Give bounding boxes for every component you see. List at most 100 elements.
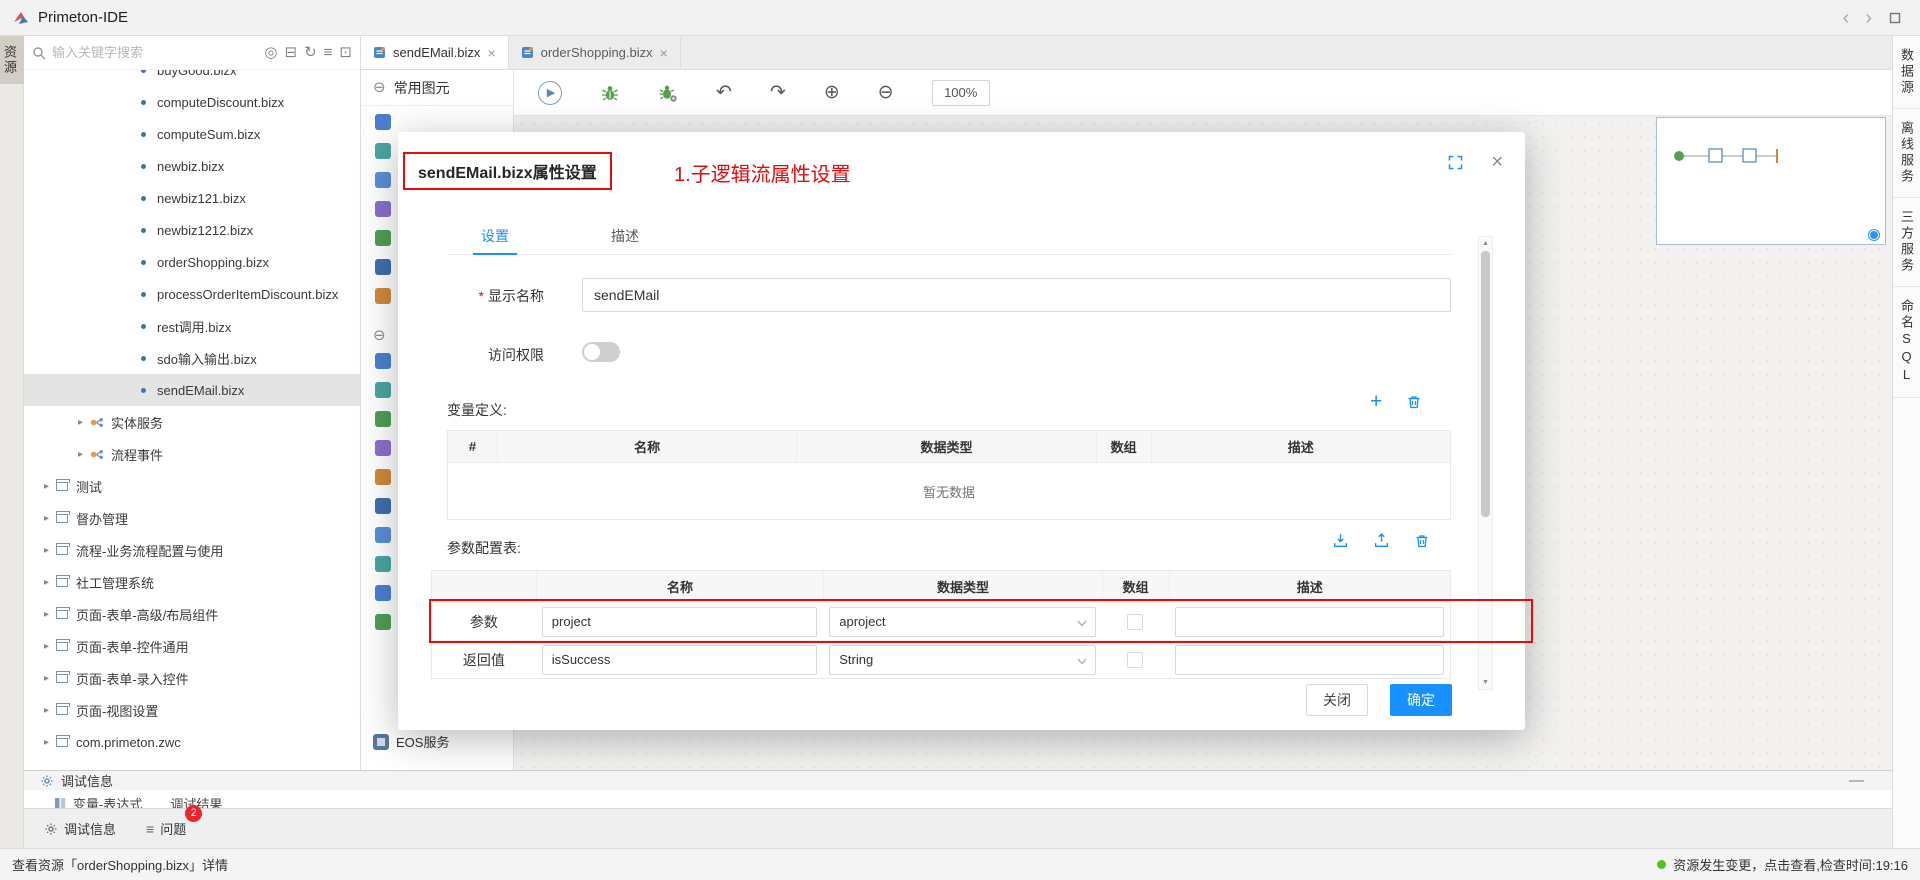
close-icon[interactable]: × xyxy=(1491,152,1503,172)
palette-item-icon[interactable] xyxy=(375,498,391,514)
import-icon[interactable] xyxy=(1332,532,1349,549)
param-name-input[interactable] xyxy=(542,645,817,675)
tree-item-folder[interactable]: ▸流程事件 xyxy=(24,438,360,470)
locate-icon[interactable]: ◎ xyxy=(264,45,277,60)
close-button[interactable]: 关闭 xyxy=(1306,684,1368,716)
bottom-tab-debug[interactable]: 调试信息 xyxy=(44,819,116,838)
run-icon[interactable]: ▶ xyxy=(538,81,562,105)
param-array-checkbox[interactable] xyxy=(1127,652,1143,668)
nav-forward-icon[interactable]: › xyxy=(1865,8,1872,28)
zoom-out-icon[interactable]: ⊖ xyxy=(878,83,894,102)
bottom-tab-problems[interactable]: ≡ 问题 2 xyxy=(146,819,186,838)
palette-item-icon[interactable] xyxy=(375,259,391,275)
zoom-level-select[interactable]: 100% xyxy=(932,80,990,106)
debug-bug-icon[interactable] xyxy=(600,83,620,103)
collapse-group-icon[interactable]: ⊖ xyxy=(373,80,386,95)
tree-item-file[interactable]: processOrderItemDiscount.bizx xyxy=(24,278,360,310)
param-name-input[interactable] xyxy=(542,607,817,637)
activity-tab-resources[interactable]: 资源 xyxy=(0,36,24,84)
palette-item-icon[interactable] xyxy=(375,201,391,217)
minimap-panel[interactable] xyxy=(1656,117,1886,245)
param-type-select[interactable]: String xyxy=(829,645,1095,675)
minimize-icon[interactable]: — xyxy=(1849,773,1864,788)
tree-item-file[interactable]: computeSum.bizx xyxy=(24,118,360,150)
palette-item-icon[interactable] xyxy=(375,585,391,601)
tab-settings[interactable]: 设置 xyxy=(467,220,523,254)
add-variable-icon[interactable]: + xyxy=(1370,394,1382,410)
undo-icon[interactable]: ↶ xyxy=(716,83,732,102)
tree-item-folder[interactable]: ▸社工管理系统 xyxy=(24,566,360,598)
palette-item-icon[interactable] xyxy=(375,614,391,630)
tree-item-folder[interactable]: ▸测试 xyxy=(24,470,360,502)
param-array-checkbox[interactable] xyxy=(1127,614,1143,630)
tree-item-file[interactable]: orderShopping.bizx xyxy=(24,246,360,278)
sort-icon[interactable]: ≡ xyxy=(324,45,333,60)
delete-variable-icon[interactable] xyxy=(1406,394,1422,410)
status-right[interactable]: 资源发生变更，点击查看,检查时间:19:16 xyxy=(1657,855,1908,874)
palette-item-icon[interactable] xyxy=(375,440,391,456)
tree-item-folder[interactable]: ▸页面-视图设置 xyxy=(24,694,360,726)
window-restore-icon[interactable] xyxy=(1888,11,1902,25)
scrollbar-thumb[interactable] xyxy=(1481,251,1490,517)
param-type-select[interactable]: aproject xyxy=(829,607,1095,637)
palette-item-eos-service[interactable]: EOS服务 xyxy=(373,732,449,751)
dock-tab-named-sql[interactable]: 命名SQL xyxy=(1893,287,1920,398)
tree-item-file[interactable]: rest调用.bizx xyxy=(24,310,360,342)
palette-item-icon[interactable] xyxy=(375,527,391,543)
dock-tab-datasource[interactable]: 数据源 xyxy=(1893,36,1920,109)
tree-item-folder[interactable]: ▸页面-表单-录入控件 xyxy=(24,662,360,694)
redo-icon[interactable]: ↷ xyxy=(770,83,786,102)
palette-item-icon[interactable] xyxy=(375,143,391,159)
tree-item-folder[interactable]: ▸页面-表单-控件通用 xyxy=(24,630,360,662)
tree-item-folder[interactable]: ▸流程-业务流程配置与使用 xyxy=(24,534,360,566)
fullscreen-icon[interactable] xyxy=(1448,155,1463,170)
palette-item-icon[interactable] xyxy=(375,172,391,188)
debug-config-icon[interactable] xyxy=(658,83,678,103)
dock-tab-thirdparty-service[interactable]: 三方服务 xyxy=(1893,198,1920,287)
minimap-handle[interactable] xyxy=(1869,230,1879,240)
tab-close-icon[interactable]: × xyxy=(487,45,495,61)
tree-item-file[interactable]: newbiz1212.bizx xyxy=(24,214,360,246)
debug-subtab-variables[interactable]: 变量-表达式 xyxy=(54,794,142,809)
dialog-scrollbar[interactable]: ▲ ▼ xyxy=(1478,236,1493,690)
collapse-all-icon[interactable]: ⊟ xyxy=(285,45,298,60)
export-icon[interactable] xyxy=(1373,532,1390,549)
nav-back-icon[interactable]: ‹ xyxy=(1843,8,1850,28)
palette-item-icon[interactable] xyxy=(375,230,391,246)
palette-item-icon[interactable] xyxy=(375,288,391,304)
tab-description[interactable]: 描述 xyxy=(597,220,653,254)
tree-item-file-selected[interactable]: sendEMail.bizx xyxy=(24,374,360,406)
tree-item-folder[interactable]: ▸页面-表单-高级/布局组件 xyxy=(24,598,360,630)
tree-item-folder[interactable]: ▸com.primeton.zwc xyxy=(24,726,360,758)
palette-item-icon[interactable] xyxy=(375,114,391,130)
tree-item-folder[interactable]: ▸实体服务 xyxy=(24,406,360,438)
collapse-group-icon[interactable]: ⊖ xyxy=(373,327,386,344)
tree-item-folder[interactable]: ▸督办管理 xyxy=(24,502,360,534)
refresh-icon[interactable]: ↻ xyxy=(304,45,317,60)
param-desc-input[interactable] xyxy=(1175,645,1444,675)
editor-tab-ordershopping[interactable]: orderShopping.bizx × xyxy=(509,36,681,69)
scroll-down-icon[interactable]: ▼ xyxy=(1479,676,1492,689)
tab-close-icon[interactable]: × xyxy=(660,45,668,61)
palette-item-icon[interactable] xyxy=(375,382,391,398)
palette-item-icon[interactable] xyxy=(375,411,391,427)
palette-item-icon[interactable] xyxy=(375,353,391,369)
debug-panel-header[interactable]: 调试信息 — xyxy=(24,770,1892,790)
palette-item-icon[interactable] xyxy=(375,469,391,485)
tree-item-file[interactable]: sdo输入输出.bizx xyxy=(24,342,360,374)
confirm-button[interactable]: 确定 xyxy=(1390,684,1452,716)
palette-item-icon[interactable] xyxy=(375,556,391,572)
param-desc-input[interactable] xyxy=(1175,607,1444,637)
tree-item-file[interactable]: computeDiscount.bizx xyxy=(24,86,360,118)
search-input[interactable] xyxy=(52,45,264,60)
tree-item-file[interactable]: newbiz.bizx xyxy=(24,150,360,182)
tree-item-file[interactable]: newbiz121.bizx xyxy=(24,182,360,214)
scroll-up-icon[interactable]: ▲ xyxy=(1479,237,1492,250)
zoom-in-icon[interactable]: ⊕ xyxy=(824,83,840,102)
access-permission-toggle[interactable] xyxy=(582,342,620,362)
dock-tab-offline-service[interactable]: 离线服务 xyxy=(1893,109,1920,198)
display-name-input[interactable] xyxy=(582,278,1451,312)
preview-icon[interactable]: ⊡ xyxy=(339,45,352,60)
delete-param-icon[interactable] xyxy=(1414,533,1430,549)
tree-item-file[interactable]: buyGood.bizx xyxy=(24,70,360,86)
